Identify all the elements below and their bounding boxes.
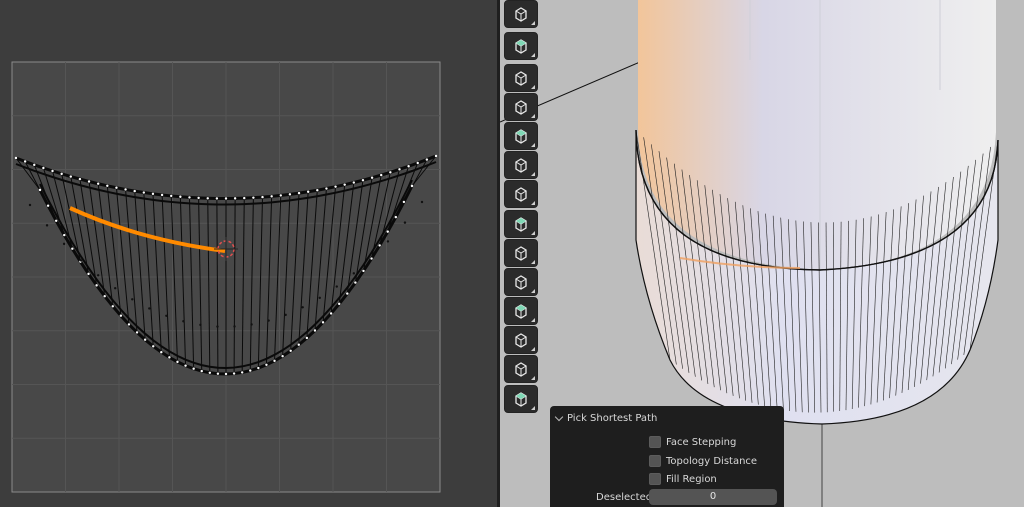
tool-menu-corner-icon	[531, 260, 535, 264]
deselected-field[interactable]: 0	[649, 489, 777, 505]
rip-region-icon	[515, 392, 527, 407]
tool-menu-corner-icon	[531, 289, 535, 293]
tool-button[interactable]	[504, 297, 538, 325]
tool-menu-corner-icon	[531, 21, 535, 25]
uv-editor-area[interactable]	[0, 0, 497, 507]
tool-button[interactable]	[504, 151, 538, 179]
poly-build-icon	[515, 217, 527, 232]
tool-menu-corner-icon	[531, 406, 535, 410]
tool-button[interactable]	[504, 0, 538, 28]
topology-distance-label: Topology Distance	[666, 455, 758, 467]
bevel-icon	[515, 129, 527, 144]
edge-slide-icon	[515, 304, 527, 319]
shear-icon	[515, 362, 527, 377]
3d-viewport[interactable]: Pick Shortest Path Face Stepping Topolog…	[500, 0, 1024, 507]
face-stepping-option[interactable]: Face Stepping	[649, 435, 736, 449]
deselected-label: Deselected	[596, 492, 653, 503]
spin-icon	[515, 246, 527, 261]
face-stepping-checkbox[interactable]	[649, 436, 661, 448]
tool-menu-corner-icon	[531, 376, 535, 380]
cap-crown	[638, 0, 996, 270]
knife-icon	[515, 187, 527, 202]
tool-button[interactable]	[504, 32, 538, 60]
tool-menu-corner-icon	[531, 53, 535, 57]
inset-faces-icon	[515, 100, 527, 115]
tool-menu-corner-icon	[531, 201, 535, 205]
tool-button[interactable]	[504, 355, 538, 383]
shrink-fatten-icon	[515, 333, 527, 348]
tool-button[interactable]	[504, 64, 538, 92]
loop-cut-icon	[515, 158, 527, 173]
operator-panel-header[interactable]: Pick Shortest Path	[554, 411, 658, 425]
measure-tool-icon	[515, 7, 527, 22]
tool-menu-corner-icon	[531, 231, 535, 235]
tool-button[interactable]	[504, 93, 538, 121]
tool-button[interactable]	[504, 210, 538, 238]
smooth-icon	[515, 275, 527, 290]
tool-menu-corner-icon	[531, 85, 535, 89]
add-cube-tool-icon	[515, 39, 527, 54]
topology-distance-option[interactable]: Topology Distance	[649, 454, 757, 468]
operator-title: Pick Shortest Path	[567, 412, 658, 424]
extrude-region-icon	[515, 71, 527, 86]
uv-grid-canvas[interactable]	[0, 0, 497, 507]
tool-button[interactable]	[504, 122, 538, 150]
tool-menu-corner-icon	[531, 114, 535, 118]
tool-button[interactable]	[504, 268, 538, 296]
fill-region-label: Fill Region	[666, 473, 717, 485]
tool-menu-corner-icon	[531, 347, 535, 351]
tool-menu-corner-icon	[531, 318, 535, 322]
tool-menu-corner-icon	[531, 172, 535, 176]
chevron-down-icon[interactable]	[554, 412, 564, 421]
tool-menu-corner-icon	[531, 143, 535, 147]
operator-redo-panel: Pick Shortest Path Face Stepping Topolog…	[550, 406, 784, 507]
tool-button[interactable]	[504, 326, 538, 354]
tool-button[interactable]	[504, 239, 538, 267]
tool-button[interactable]	[504, 180, 538, 208]
topology-distance-checkbox[interactable]	[649, 455, 661, 467]
fill-region-checkbox[interactable]	[649, 473, 661, 485]
tool-button[interactable]	[504, 385, 538, 413]
face-stepping-label: Face Stepping	[666, 436, 737, 448]
tool-shelf	[504, 0, 538, 418]
fill-region-option[interactable]: Fill Region	[649, 472, 717, 486]
